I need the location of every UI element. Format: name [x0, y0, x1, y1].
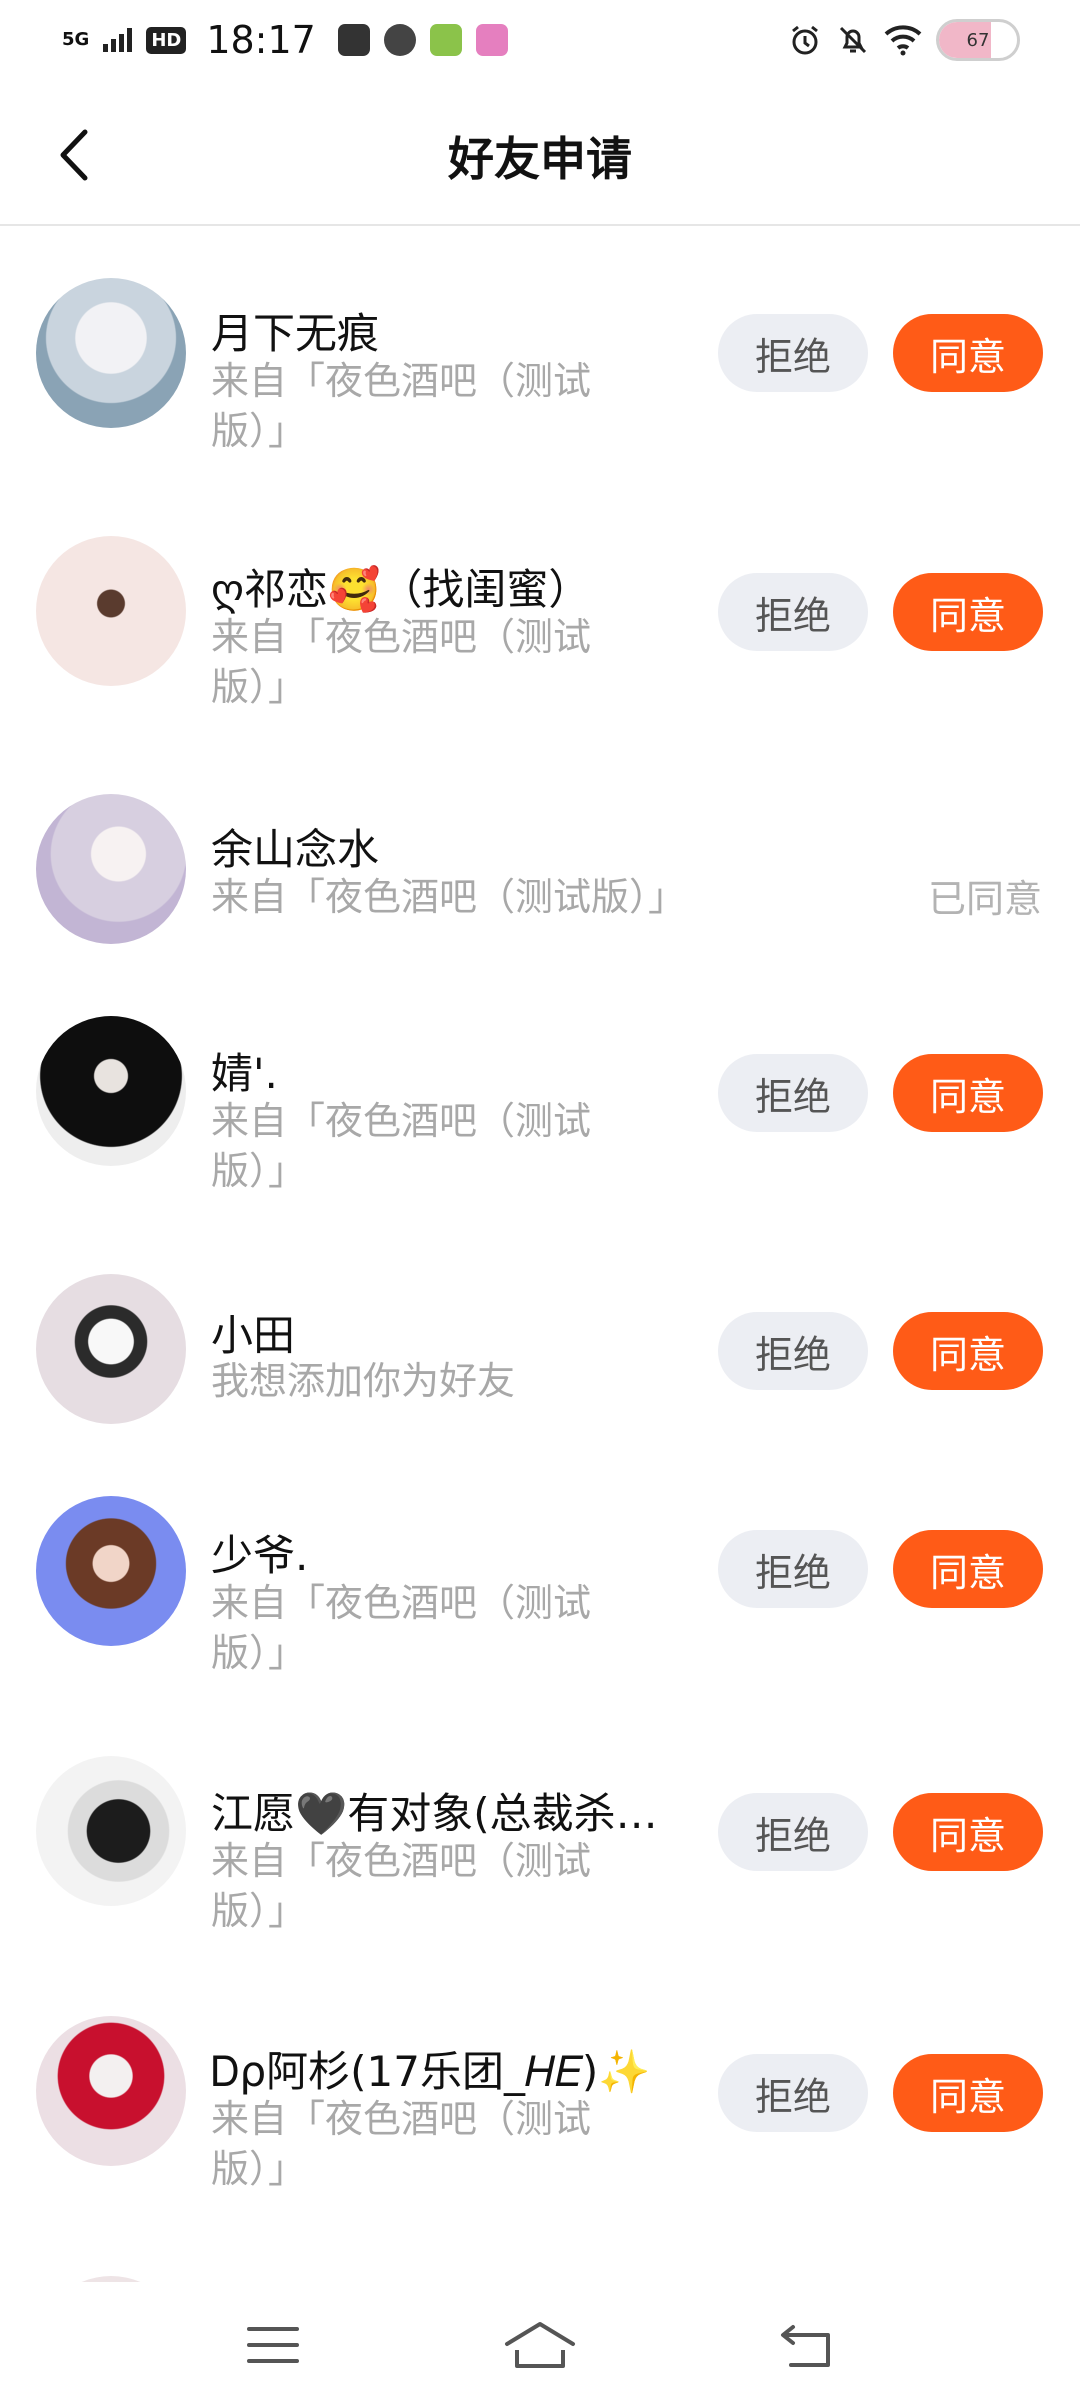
reject-button[interactable]: 拒绝 — [718, 573, 868, 651]
request-source: 来自「夜色酒吧（测试 版）」 — [211, 1836, 591, 1936]
accept-button[interactable]: 同意 — [893, 1312, 1043, 1390]
request-source-line: 来自「夜色酒吧（测试 — [211, 2097, 592, 2141]
request-source: 我想添加你为好友 — [211, 1356, 515, 1406]
requester-name: Ꭰρ阿杉(17乐团_𝐻𝐸)✨ — [211, 2047, 651, 2096]
list-item: 小田 我想添加你为好友 拒绝 同意 — [0, 1232, 1080, 1452]
reject-button[interactable]: 拒绝 — [718, 2054, 868, 2132]
accept-button[interactable]: 同意 — [893, 1054, 1043, 1132]
accept-button[interactable]: 同意 — [893, 1793, 1043, 1871]
hd-badge: HD — [146, 26, 187, 54]
game-app-icon — [429, 24, 462, 56]
menu-button[interactable] — [233, 2315, 313, 2375]
network-type: 5G — [62, 29, 90, 50]
requester-name: 小田 — [211, 1311, 296, 1360]
mail-app-icon — [337, 24, 370, 56]
avatar[interactable] — [36, 1496, 186, 1646]
requester-name: 江愿🖤有对象(总裁杀… — [211, 1789, 658, 1838]
request-source: 来自「夜色酒吧（测试 版）」 — [211, 356, 591, 456]
requester-name: 少爷. — [211, 1531, 309, 1580]
reject-button[interactable]: 拒绝 — [718, 1054, 868, 1132]
request-source-line: 版）」 — [211, 409, 307, 453]
request-source-line: 来自「夜色酒吧（测试版）」 — [211, 875, 687, 919]
reject-button[interactable]: 拒绝 — [718, 1793, 868, 1871]
avatar[interactable] — [36, 2016, 186, 2166]
requester-name: 余山念水 — [211, 825, 380, 874]
accept-button[interactable]: 同意 — [893, 314, 1043, 392]
clock-time: 18:17 — [206, 18, 316, 62]
accept-button[interactable]: 同意 — [893, 2054, 1043, 2132]
wifi-icon — [884, 25, 922, 56]
avatar[interactable] — [36, 1016, 186, 1166]
request-source: 来自「夜色酒吧（测试版）」 — [211, 872, 686, 922]
request-source: 来自「夜色酒吧（测试 版）」 — [211, 2094, 591, 2194]
request-source-line: 版）」 — [211, 1149, 307, 1193]
request-source-line: 版）」 — [211, 665, 307, 709]
list-item: 婧'. 来自「夜色酒吧（测试 版）」 拒绝 同意 — [0, 972, 1080, 1232]
alarm-icon — [792, 25, 818, 55]
status-left: 5G HD 18:17 — [62, 18, 508, 62]
mute-bell-icon — [839, 26, 867, 54]
list-item: 江愿🖤有对象(总裁杀… 来自「夜色酒吧（测试 版）」 拒绝 同意 — [0, 1712, 1080, 1972]
list-item — [0, 2232, 1080, 2282]
pink-app-icon — [475, 24, 508, 56]
back-icon — [780, 2325, 830, 2367]
avatar[interactable] — [36, 1756, 186, 1906]
list-item: 月下无痕 来自「夜色酒吧（测试 版）」 拒绝 同意 — [0, 228, 1080, 488]
list-item: ღ祁恋🥰（找闺蜜） 来自「夜色酒吧（测试 版）」 拒绝 同意 — [0, 488, 1080, 748]
menu-icon — [247, 2327, 300, 2363]
list-item: Ꭰρ阿杉(17乐团_𝐻𝐸)✨ 来自「夜色酒吧（测试 版）」 拒绝 同意 — [0, 1972, 1080, 2232]
request-source-line: 版）」 — [211, 1631, 307, 1675]
avatar[interactable] — [36, 794, 186, 944]
reject-button[interactable]: 拒绝 — [718, 1312, 868, 1390]
battery-level-text: 67 — [966, 29, 990, 51]
signal-icon — [103, 28, 133, 52]
battery-indicator: 67 — [936, 19, 1020, 61]
qq-app-icon — [383, 24, 416, 56]
reject-button[interactable]: 拒绝 — [718, 314, 868, 392]
request-source: 来自「夜色酒吧（测试 版）」 — [211, 1096, 591, 1196]
request-source-line: 来自「夜色酒吧（测试 — [211, 1581, 592, 1625]
request-source-line: 来自「夜色酒吧（测试 — [211, 1099, 592, 1143]
system-nav-bar — [0, 2282, 1080, 2408]
request-source: 来自「夜色酒吧（测试 版）」 — [211, 612, 591, 712]
agreed-status: 已同意 — [927, 877, 1042, 921]
request-source-line: 来自「夜色酒吧（测试 — [211, 359, 592, 403]
requester-name: 月下无痕 — [211, 309, 380, 358]
request-source-line: 版）」 — [211, 1889, 307, 1933]
list-item: 少爷. 来自「夜色酒吧（测试 版）」 拒绝 同意 — [0, 1452, 1080, 1712]
back-nav-button[interactable] — [767, 2315, 847, 2375]
request-source-line: 我想添加你为好友 — [211, 1359, 516, 1403]
status-right: 67 — [788, 19, 1020, 61]
requester-name: ღ祁恋🥰（找闺蜜） — [211, 565, 591, 614]
home-icon — [504, 2322, 575, 2368]
request-source-line: 版）」 — [211, 2147, 307, 2191]
request-source: 来自「夜色酒吧（测试 版）」 — [211, 1578, 591, 1678]
accept-button[interactable]: 同意 — [893, 573, 1043, 651]
status-bar: 5G HD 18:17 67 — [0, 0, 1080, 80]
reject-button[interactable]: 拒绝 — [718, 1530, 868, 1608]
avatar[interactable] — [36, 1274, 186, 1424]
request-source-line: 来自「夜色酒吧（测试 — [211, 1839, 592, 1883]
list-item: 余山念水 来自「夜色酒吧（测试版）」 已同意 — [0, 748, 1080, 972]
home-button[interactable] — [500, 2315, 580, 2375]
accept-button[interactable]: 同意 — [893, 1530, 1043, 1608]
page-header: 好友申请 — [0, 80, 1080, 226]
requester-name: 婧'. — [211, 1049, 278, 1098]
avatar[interactable] — [36, 278, 186, 428]
avatar[interactable] — [36, 536, 186, 686]
page-title: 好友申请 — [448, 132, 632, 186]
request-source-line: 来自「夜色酒吧（测试 — [211, 615, 592, 659]
